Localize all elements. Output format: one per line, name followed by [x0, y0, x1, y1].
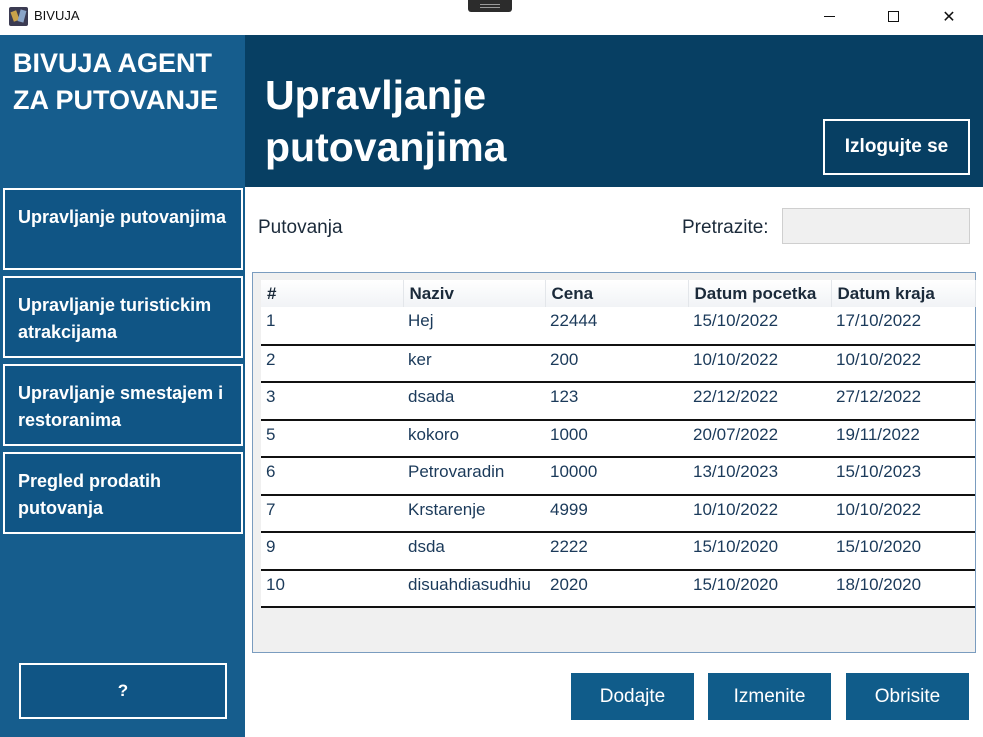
column-header-naziv[interactable]: Naziv — [403, 280, 546, 307]
column-header-cena[interactable]: Cena — [545, 280, 689, 307]
cell-cena: 123 — [545, 382, 688, 421]
sidebar: BIVUJA AGENT ZA PUTOVANJE Upravljanje pu… — [0, 35, 245, 737]
cell-cena: 200 — [545, 344, 688, 383]
sidebar-item-atrakcije[interactable]: Upravljanje turistickim atrakcijama — [3, 276, 243, 358]
cell-cena: 10000 — [545, 457, 688, 496]
cell-id: 6 — [261, 457, 403, 496]
table-row[interactable]: 10 disuahdiasudhiu 2020 15/10/2020 18/10… — [261, 569, 975, 608]
cell-datum-pocetka: 15/10/2020 — [688, 532, 831, 571]
help-button[interactable]: ? — [19, 663, 227, 719]
cell-datum-pocetka: 10/10/2022 — [688, 344, 831, 383]
cell-datum-kraja: 19/11/2022 — [831, 419, 975, 458]
window-title: BIVUJA — [34, 8, 80, 23]
cell-naziv: disuahdiasudhiu — [403, 569, 545, 608]
cell-id: 10 — [261, 569, 403, 608]
page-title: Upravljanje putovanjima — [265, 72, 507, 170]
cell-datum-pocetka: 10/10/2022 — [688, 494, 831, 533]
cell-cena: 2222 — [545, 532, 688, 571]
cell-datum-pocetka: 22/12/2022 — [688, 382, 831, 421]
search-input[interactable] — [782, 208, 970, 244]
edit-button[interactable]: Izmenite — [708, 673, 831, 720]
cell-naziv: dsada — [403, 382, 545, 421]
sidebar-item-label: Upravljanje turistickim atrakcijama — [18, 295, 212, 342]
trips-grid: # Naziv Cena Datum pocetka Datum kraja 1… — [261, 280, 976, 608]
cell-datum-pocetka: 15/10/2020 — [688, 569, 831, 608]
cell-datum-kraja: 10/10/2022 — [831, 344, 975, 383]
cell-id: 2 — [261, 344, 403, 383]
trips-table[interactable]: # Naziv Cena Datum pocetka Datum kraja 1… — [252, 272, 976, 653]
drag-handle[interactable] — [468, 0, 512, 12]
cell-datum-pocetka: 20/07/2022 — [688, 419, 831, 458]
table-row[interactable]: 3 dsada 123 22/12/2022 27/12/2022 — [261, 382, 975, 421]
search-label: Pretrazite: — [682, 217, 769, 238]
page-header: Upravljanje putovanjima Izlogujte se — [245, 35, 983, 187]
sidebar-item-prodata[interactable]: Pregled prodatih putovanja — [3, 452, 243, 534]
table-body-area: # Naziv Cena Datum pocetka Datum kraja 1… — [261, 280, 976, 608]
section-label: Putovanja — [258, 217, 343, 238]
cell-id: 5 — [261, 419, 403, 458]
column-header-datum-pocetka[interactable]: Datum pocetka — [688, 280, 832, 307]
cell-datum-kraja: 15/10/2020 — [831, 532, 975, 571]
close-icon: ✕ — [942, 8, 956, 26]
column-header-id[interactable]: # — [261, 280, 404, 307]
sidebar-item-putovanja[interactable]: Upravljanje putovanjima — [3, 188, 243, 270]
cell-datum-kraja: 15/10/2023 — [831, 457, 975, 496]
close-button[interactable]: ✕ — [926, 0, 972, 33]
table-row[interactable]: 6 Petrovaradin 10000 13/10/2023 15/10/20… — [261, 457, 975, 496]
title-bar: BIVUJA ✕ — [0, 0, 983, 33]
cell-naziv: Petrovaradin — [403, 457, 545, 496]
maximize-icon — [887, 11, 899, 22]
logout-button[interactable]: Izlogujte se — [823, 119, 970, 175]
cell-naziv: Hej — [403, 307, 545, 346]
table-row[interactable]: 2 ker 200 10/10/2022 10/10/2022 — [261, 344, 975, 383]
cell-cena: 2020 — [545, 569, 688, 608]
add-button[interactable]: Dodajte — [571, 673, 694, 720]
minimize-button[interactable] — [806, 0, 852, 33]
column-header-datum-kraja[interactable]: Datum kraja — [831, 280, 976, 307]
cell-id: 3 — [261, 382, 403, 421]
maximize-button[interactable] — [870, 0, 916, 33]
cell-naziv: ker — [403, 344, 545, 383]
cell-datum-pocetka: 15/10/2022 — [688, 307, 831, 346]
table-row[interactable]: 7 Krstarenje 4999 10/10/2022 10/10/2022 — [261, 494, 975, 533]
cell-datum-kraja: 18/10/2020 — [831, 569, 975, 608]
cell-datum-pocetka: 13/10/2023 — [688, 457, 831, 496]
table-row[interactable]: 1 Hej 22444 15/10/2022 17/10/2022 — [261, 307, 975, 346]
brand-title: BIVUJA AGENT ZA PUTOVANJE — [13, 48, 219, 115]
table-header-row: # Naziv Cena Datum pocetka Datum kraja — [261, 280, 976, 307]
cell-cena: 4999 — [545, 494, 688, 533]
cell-datum-kraja: 17/10/2022 — [831, 307, 975, 346]
cell-id: 7 — [261, 494, 403, 533]
delete-button[interactable]: Obrisite — [846, 673, 969, 720]
cell-datum-kraja: 10/10/2022 — [831, 494, 975, 533]
cell-id: 1 — [261, 307, 403, 346]
cell-naziv: dsda — [403, 532, 545, 571]
app-logo-icon — [9, 7, 28, 26]
minimize-icon — [823, 16, 835, 17]
sidebar-item-label: Upravljanje putovanjima — [18, 207, 227, 227]
sidebar-item-label: Pregled prodatih putovanja — [18, 471, 162, 518]
cell-cena: 1000 — [545, 419, 688, 458]
cell-naziv: kokoro — [403, 419, 545, 458]
cell-id: 9 — [261, 532, 403, 571]
table-row[interactable]: 9 dsda 2222 15/10/2020 15/10/2020 — [261, 532, 975, 571]
sidebar-item-smestaj[interactable]: Upravljanje smestajem i restoranima — [3, 364, 243, 446]
sidebar-item-label: Upravljanje smestajem i restoranima — [18, 383, 224, 430]
cell-cena: 22444 — [545, 307, 688, 346]
cell-datum-kraja: 27/12/2022 — [831, 382, 975, 421]
cell-naziv: Krstarenje — [403, 494, 545, 533]
table-row[interactable]: 5 kokoro 1000 20/07/2022 19/11/2022 — [261, 419, 975, 458]
